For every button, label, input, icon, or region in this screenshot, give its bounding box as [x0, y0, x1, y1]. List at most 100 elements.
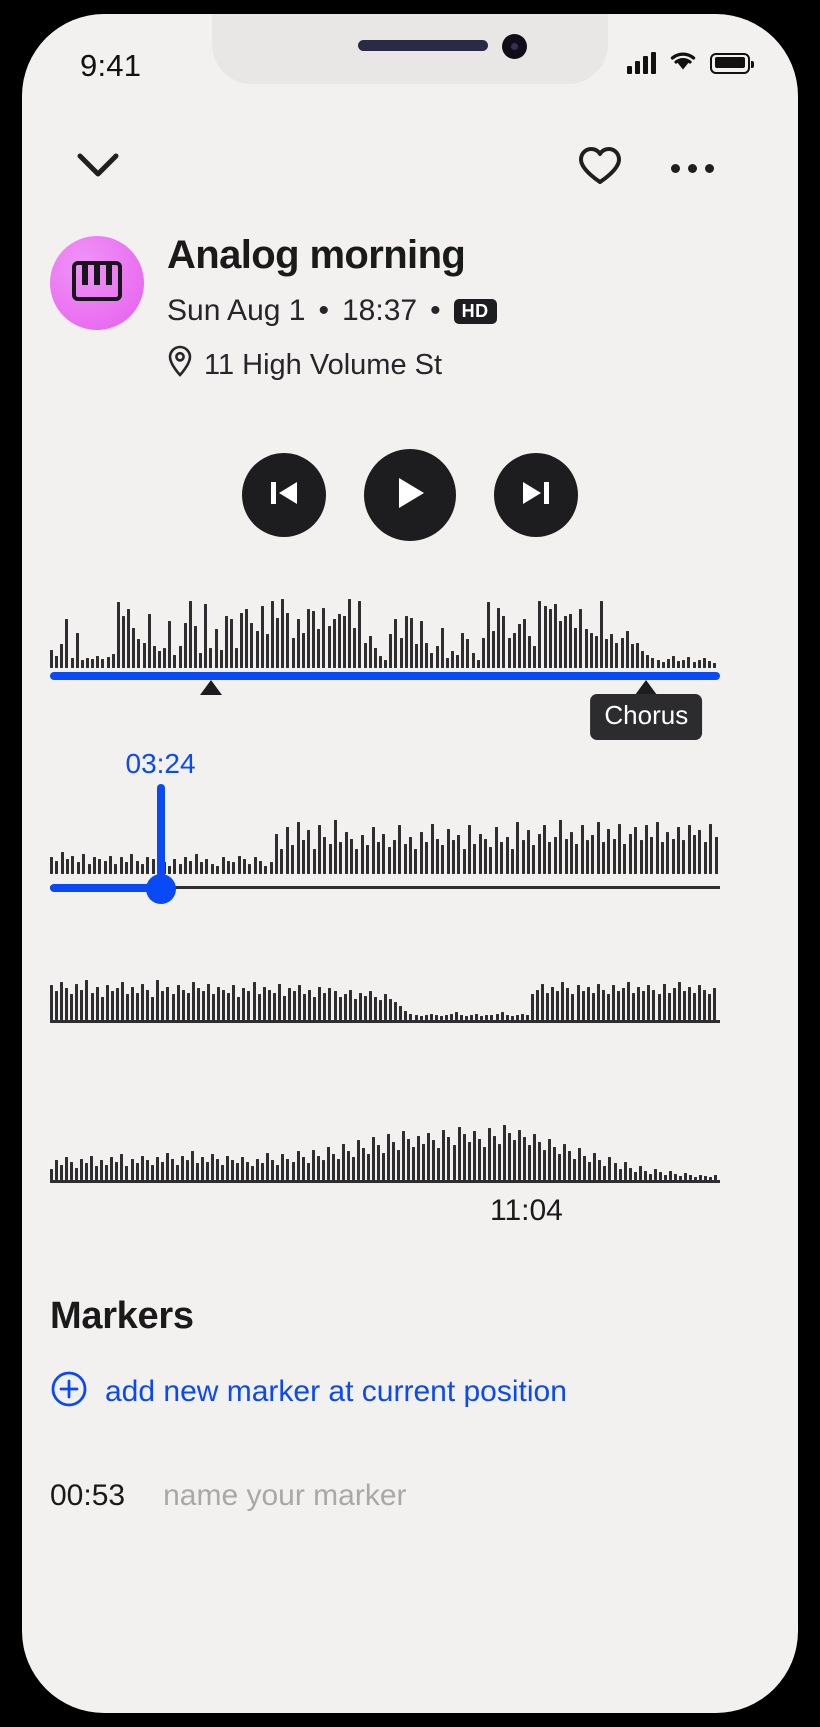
top-navigation-bar	[22, 132, 798, 204]
waveform-bar	[594, 636, 598, 668]
waveform-bar	[637, 986, 641, 1020]
waveform-bar	[135, 860, 139, 874]
waveform-bar	[75, 983, 79, 1020]
status-bar-icons	[627, 50, 754, 76]
waveform-bar	[111, 653, 115, 668]
waveform-bar	[334, 820, 338, 874]
waveform-bar	[363, 995, 367, 1020]
waveform-bar	[189, 860, 193, 874]
waveform-bar	[657, 994, 661, 1020]
waveform-bar	[404, 615, 408, 668]
marker-triangle[interactable]	[199, 680, 222, 695]
play-button[interactable]	[364, 449, 456, 541]
playhead-handle[interactable]	[145, 874, 176, 904]
add-marker-button[interactable]: add new marker at current position	[50, 1370, 567, 1413]
waveform-bar	[457, 1126, 461, 1180]
waveform-bar	[180, 1155, 184, 1180]
waveform-bar	[442, 1129, 446, 1180]
waveform-bar	[146, 857, 150, 874]
playhead-stem[interactable]	[156, 784, 165, 888]
waveform-row-4[interactable]: 11:04	[50, 1104, 720, 1227]
more-options-button[interactable]	[664, 140, 720, 196]
waveform-bar	[650, 837, 654, 874]
waveform-bar	[323, 992, 327, 1020]
waveform-bar	[538, 600, 542, 668]
waveform-bar	[633, 1172, 637, 1180]
waveform-bar	[175, 1164, 179, 1180]
waveform-bar	[253, 857, 257, 874]
waveform-bar	[623, 1161, 627, 1180]
waveform-bar	[384, 994, 388, 1020]
waveform-bar	[101, 658, 105, 668]
waveform-bar	[281, 1154, 285, 1180]
waveform-bar	[526, 830, 530, 874]
waveform-bar	[322, 607, 326, 668]
waveform-bars-1[interactable]	[50, 584, 720, 668]
waveform-bar	[412, 1146, 416, 1180]
waveform-bar	[606, 994, 610, 1020]
waveform-bar	[326, 1146, 330, 1180]
waveform-bar	[697, 660, 701, 668]
waveform-bar	[558, 1154, 562, 1180]
waveform-bar	[661, 662, 665, 668]
waveform-bar	[136, 992, 140, 1020]
waveform-bar	[105, 1164, 109, 1180]
waveform-bars-4[interactable]	[50, 1104, 720, 1180]
recording-title: Analog morning	[167, 233, 466, 277]
waveform-bar	[201, 991, 205, 1020]
waveform-bar	[507, 1132, 511, 1180]
waveform-bar	[291, 637, 295, 668]
waveform-bar	[358, 600, 362, 668]
waveform-bar	[517, 624, 521, 668]
waveform-bar	[543, 605, 547, 668]
waveform-bars-3[interactable]	[50, 944, 720, 1020]
waveform-bars-2[interactable]	[50, 790, 720, 874]
collapse-player-button[interactable]	[70, 140, 126, 196]
waveform-bar	[90, 1155, 94, 1180]
waveform-bar	[559, 820, 563, 874]
waveform-bar	[293, 991, 296, 1020]
waveform-row-2[interactable]: 03:24	[50, 748, 720, 904]
waveform-bar	[328, 843, 332, 874]
waveform-bar	[181, 989, 185, 1020]
waveform-bar	[90, 992, 94, 1020]
waveform-bar	[120, 1154, 124, 1180]
waveform-bar	[576, 985, 580, 1020]
marker-triangle[interactable]	[635, 680, 658, 695]
next-track-button[interactable]	[494, 453, 578, 537]
waveform-bar	[308, 989, 312, 1020]
waveform-bar	[541, 983, 545, 1020]
waveform-bar	[588, 1161, 592, 1180]
waveform-bar	[301, 632, 305, 668]
marker-name-input[interactable]	[163, 1479, 624, 1513]
waveform-bar	[252, 982, 256, 1020]
waveform-bar	[402, 1131, 406, 1180]
waveform-bar	[536, 989, 539, 1020]
waveform-bar	[451, 840, 455, 874]
marker-label-chip[interactable]: Chorus	[590, 694, 703, 740]
waveform-bar	[373, 647, 377, 668]
recording-artwork	[50, 236, 144, 330]
waveform-bar	[584, 629, 588, 668]
waveform-bar	[502, 1125, 506, 1180]
waveform-bar	[682, 840, 686, 874]
waveform-bar	[682, 659, 686, 668]
waveform-bar	[168, 620, 172, 668]
waveform-bar	[622, 988, 626, 1020]
waveform-row-3[interactable]	[50, 944, 720, 1023]
waveform-bar	[558, 620, 562, 668]
playback-progress-line[interactable]	[50, 672, 720, 680]
waveform-bar	[50, 649, 53, 668]
previous-track-button[interactable]	[242, 453, 326, 537]
waveform-bar	[307, 830, 311, 874]
waveform-bar	[653, 1169, 657, 1180]
waveform-row-1[interactable]: Chorus	[50, 584, 720, 740]
waveform-bar	[708, 661, 711, 668]
waveform-bar	[632, 992, 636, 1020]
total-duration-label: 11:04	[490, 1194, 563, 1227]
waveform-bar	[331, 1154, 335, 1180]
waveform-bar	[237, 855, 241, 874]
waveform-bar	[394, 619, 398, 668]
favorite-button[interactable]	[572, 140, 628, 196]
waveform-bar	[151, 858, 155, 874]
